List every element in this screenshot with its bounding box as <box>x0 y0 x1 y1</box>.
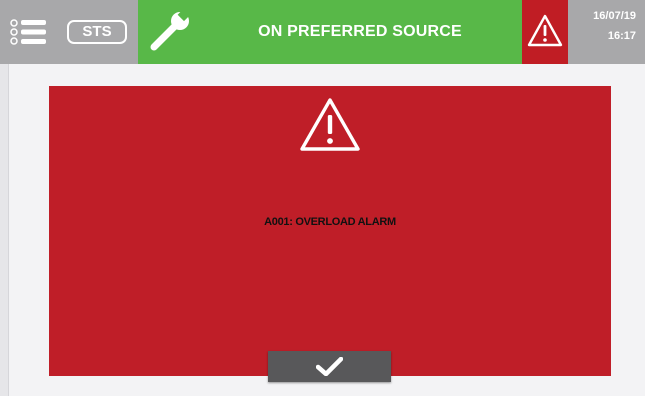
alarm-indicator-button[interactable] <box>522 0 568 64</box>
warning-triangle-icon <box>527 14 563 47</box>
top-bar: STS ON PREFERRED SOURCE 16/07/19 16:17 <box>0 0 645 64</box>
list-menu-icon <box>10 19 46 45</box>
wrench-icon <box>150 8 191 51</box>
status-text: ON PREFERRED SOURCE <box>258 23 462 40</box>
warning-triangle-icon <box>300 98 360 151</box>
sts-button[interactable]: STS <box>67 20 127 44</box>
time-label: 16:17 <box>607 30 636 42</box>
checkmark-icon <box>316 357 343 376</box>
date-time: 16/07/19 16:17 <box>568 0 645 64</box>
date-label: 16/07/19 <box>593 10 636 22</box>
alarm-dialog: A001: OVERLOAD ALARM <box>49 86 611 376</box>
status-bar: ON PREFERRED SOURCE <box>138 0 522 64</box>
acknowledge-button[interactable] <box>268 351 391 382</box>
menu-button[interactable] <box>10 18 52 46</box>
side-edge <box>0 64 9 396</box>
alarm-message: A001: OVERLOAD ALARM <box>264 216 396 228</box>
maintenance-button[interactable] <box>148 8 192 52</box>
